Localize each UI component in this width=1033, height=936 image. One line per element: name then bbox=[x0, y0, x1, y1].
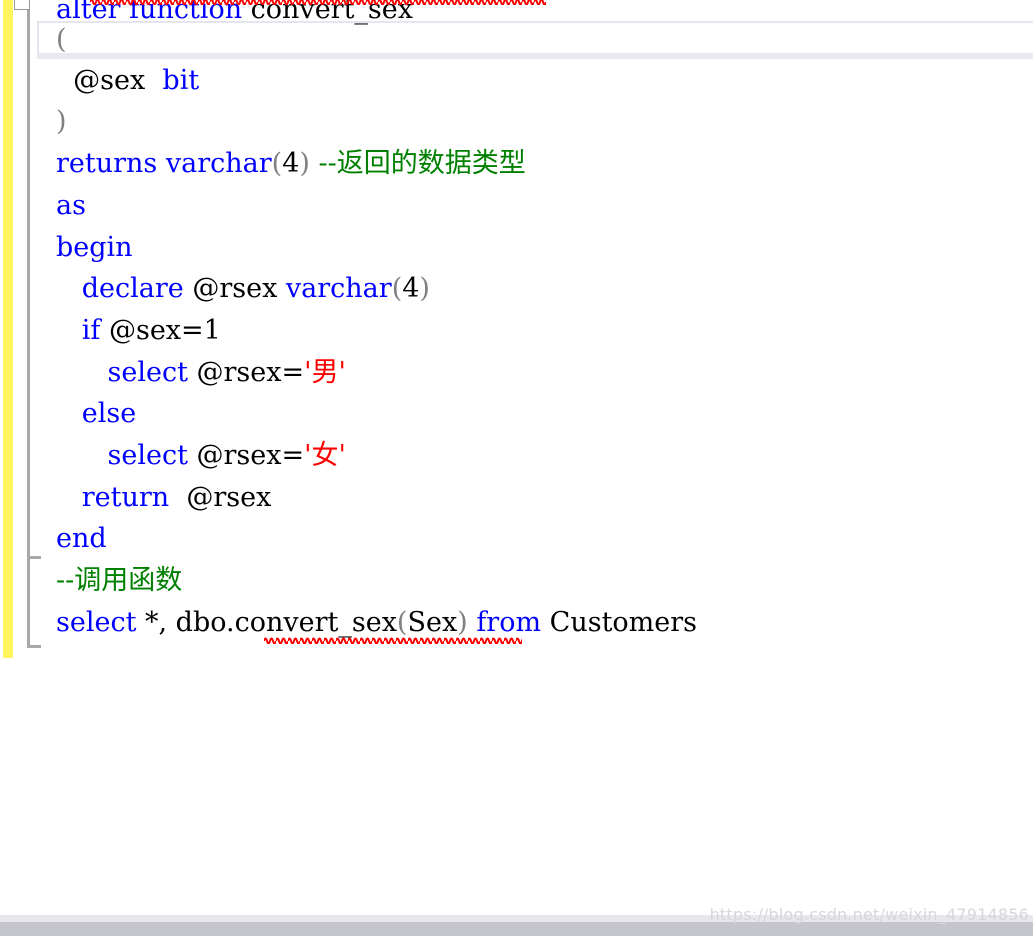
token-plain: 4 bbox=[282, 148, 300, 179]
line-9-if[interactable]: if @sex=1 bbox=[56, 310, 221, 352]
code-text-area[interactable]: alter function convert_sex( @sex bit) ret… bbox=[0, 0, 1033, 660]
line-6-as[interactable]: as bbox=[56, 185, 86, 227]
token-paren: ) bbox=[419, 273, 430, 304]
token-plain: 4 bbox=[402, 273, 420, 304]
token-paren: ( bbox=[391, 273, 403, 304]
line-5-returns[interactable]: returns varchar(4) --返回的数据类型 bbox=[56, 143, 526, 185]
token-keyword: bit bbox=[162, 65, 200, 96]
line-15-comment-call[interactable]: --调用函数 bbox=[56, 560, 182, 602]
token-string: '男' bbox=[304, 357, 346, 388]
watermark-url: https://blog.csdn.net/weixin_47914856 bbox=[709, 905, 1029, 924]
token-keyword: return bbox=[81, 482, 170, 513]
token-plain: @rsex bbox=[169, 482, 272, 513]
line-4-close-paren[interactable]: ) bbox=[56, 101, 67, 143]
token-keyword: declare bbox=[81, 273, 193, 304]
token-keyword: from bbox=[476, 607, 542, 638]
token-keyword: as bbox=[56, 190, 86, 221]
token-plain: Customers bbox=[541, 607, 698, 638]
token-comment: --调用函数 bbox=[56, 565, 183, 596]
line-11-else[interactable]: else bbox=[56, 393, 136, 435]
line-12-select-female[interactable]: select @rsex='女' bbox=[56, 435, 346, 477]
token-plain: @sex bbox=[56, 65, 163, 96]
token-plain: @sex=1 bbox=[100, 315, 221, 346]
token-keyword: returns varchar bbox=[56, 148, 272, 179]
token-keyword: select bbox=[56, 607, 137, 638]
token-keyword: if bbox=[81, 315, 101, 346]
token-paren: ( bbox=[271, 148, 283, 179]
token-paren: ) bbox=[56, 106, 67, 137]
token-paren: ( bbox=[56, 24, 67, 55]
token-keyword: select bbox=[107, 357, 188, 388]
token-plain: *, bbox=[136, 607, 176, 638]
error-squiggle-underline bbox=[264, 635, 522, 644]
token-plain: @rsex= bbox=[187, 440, 305, 471]
token-keyword: select bbox=[107, 440, 188, 471]
status-bar bbox=[0, 922, 1033, 936]
line-16-select-call[interactable]: select *, dbo.convert_sex(Sex) from Cust… bbox=[56, 602, 697, 644]
token-plain: Sex bbox=[407, 607, 458, 638]
token-comment: --返回的数据类型 bbox=[318, 148, 526, 179]
line-14-end[interactable]: end bbox=[56, 518, 107, 560]
line-7-begin[interactable]: begin bbox=[56, 227, 133, 269]
token-keyword: begin bbox=[56, 232, 133, 263]
token-paren: ) bbox=[299, 148, 310, 179]
token-paren: ( bbox=[396, 607, 408, 638]
line-10-select-male[interactable]: select @rsex='男' bbox=[56, 352, 346, 394]
token-keyword: varchar bbox=[285, 273, 392, 304]
line-1-alter-function[interactable]: alter function convert_sex bbox=[56, 0, 546, 31]
error-squiggle-underline bbox=[90, 0, 546, 5]
token-plain: @rsex bbox=[192, 273, 286, 304]
token-plain: dbo.convert_sex bbox=[175, 607, 397, 638]
line-2-open-paren[interactable]: ( bbox=[56, 19, 67, 61]
token-keyword: end bbox=[56, 523, 107, 554]
token-string: '女' bbox=[304, 440, 346, 471]
token-paren: ) bbox=[457, 607, 468, 638]
token-plain: @rsex= bbox=[187, 357, 305, 388]
token-keyword: else bbox=[81, 398, 137, 429]
sql-code-editor[interactable]: alter function convert_sex( @sex bit) ret… bbox=[0, 0, 1033, 936]
line-3-param-sex[interactable]: @sex bit bbox=[56, 60, 199, 102]
line-13-return[interactable]: return @rsex bbox=[56, 477, 272, 519]
line-8-declare[interactable]: declare @rsex varchar(4) bbox=[56, 268, 430, 310]
